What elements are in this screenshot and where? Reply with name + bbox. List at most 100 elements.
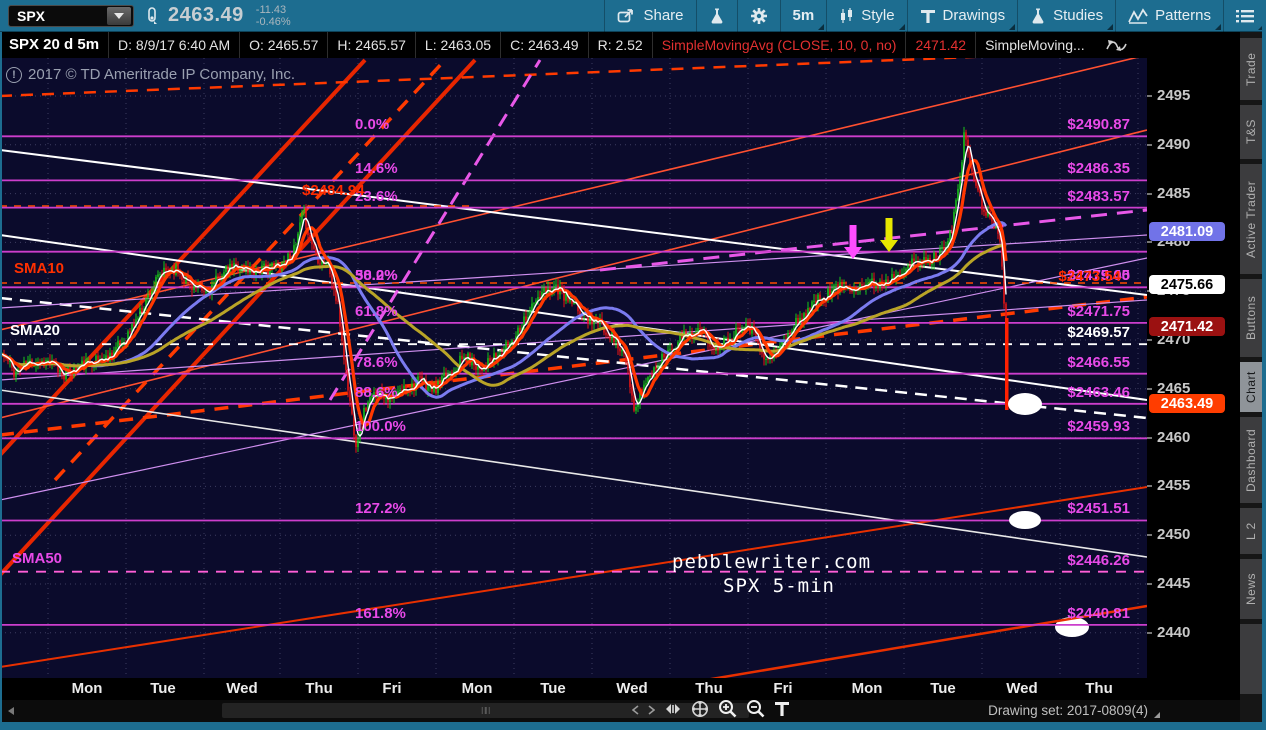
axis-tick-mark — [1147, 485, 1152, 487]
drawing-set-expand-icon[interactable] — [1154, 712, 1160, 718]
settings-button[interactable] — [736, 0, 780, 32]
open-value: O: 2465.57 — [240, 32, 329, 58]
fib-percent-label[interactable]: 161.8% — [355, 605, 406, 622]
zoom-out-icon[interactable] — [746, 699, 765, 723]
sidebar-tab-trade[interactable]: Trade — [1240, 38, 1262, 100]
share-button[interactable]: Share — [604, 0, 695, 32]
candlestick-plot[interactable] — [0, 58, 1147, 678]
list-menu-icon — [1236, 9, 1254, 23]
info-circle-icon: ! — [6, 66, 22, 83]
sma20-label[interactable]: SMA20 — [10, 322, 60, 339]
time-axis-label: Thu — [1085, 680, 1113, 697]
zoom-in-icon[interactable] — [718, 699, 737, 723]
series-title: SPX 20 d 5m — [0, 32, 110, 58]
chart-plot-area[interactable]: ! 2017 © TD Ameritrade IP Company, Inc. 0… — [0, 58, 1147, 678]
target-ellipse[interactable] — [1009, 511, 1041, 529]
trendline[interactable] — [0, 257, 1147, 501]
fib-percent-label[interactable]: 88.6% — [355, 384, 398, 401]
sma10-label[interactable]: SMA10 — [14, 260, 64, 277]
signal-down-arrow[interactable] — [880, 218, 898, 252]
sidebar-tab-l-2[interactable]: L 2 — [1240, 508, 1262, 554]
study1-value: 2471.42 — [906, 32, 977, 58]
trendline[interactable] — [0, 389, 1147, 558]
price-axis-tick: 2495 — [1157, 87, 1191, 104]
axis-tick-mark — [1147, 241, 1152, 243]
timeframe-button[interactable]: 5m — [779, 0, 827, 32]
trendline-price-tag[interactable]: $2484.94 — [302, 182, 365, 199]
fib-price-label[interactable]: $2490.87 — [1067, 116, 1130, 133]
time-axis-label: Tue — [540, 680, 566, 697]
sma50-level-label[interactable]: $2446.26 — [1067, 552, 1130, 569]
sidebar-tab-buttons[interactable]: Buttons — [1240, 279, 1262, 357]
sidebar-tab-t-s[interactable]: T&S — [1240, 105, 1262, 159]
scrollbar-grip-icon — [481, 707, 490, 714]
fib-percent-label[interactable]: 0.0% — [355, 116, 389, 133]
axis-tick-mark — [1147, 437, 1152, 439]
trendline[interactable] — [300, 604, 1147, 678]
patterns-button[interactable]: Patterns — [1115, 0, 1223, 32]
flask-button[interactable] — [695, 0, 737, 32]
step-forward-icon[interactable] — [648, 702, 656, 720]
sma20-level-label[interactable]: $2469.57 — [1067, 324, 1130, 341]
trendline[interactable] — [0, 296, 1147, 420]
trendline[interactable] — [0, 58, 367, 457]
share-icon — [617, 7, 636, 24]
text-t-icon — [920, 8, 936, 24]
fib-percent-label[interactable]: 100.0% — [355, 418, 406, 435]
sidebar-tab-chart[interactable]: Chart — [1240, 362, 1262, 412]
fib-percent-label[interactable]: 78.6% — [355, 354, 398, 371]
thinkorswim-window: SPX 2463.49 -11.43 -0.46% Share 5m Style — [0, 0, 1266, 730]
time-axis-label: Fri — [382, 680, 402, 697]
sidebar-tab-active-trader[interactable]: Active Trader — [1240, 164, 1262, 274]
trendline[interactable] — [0, 58, 477, 577]
fib-percent-label[interactable]: 61.8% — [355, 303, 398, 320]
trendline-price-tag[interactable]: $2473.54 — [1058, 268, 1121, 285]
studies-button[interactable]: Studies — [1017, 0, 1115, 32]
study2-name[interactable]: SimpleMoving... — [976, 32, 1094, 58]
fib-percent-label[interactable]: 50.0% — [355, 267, 398, 284]
flask-icon — [1030, 7, 1046, 25]
sidebar-tab-news[interactable]: News — [1240, 559, 1262, 619]
price-plunge-spike — [1005, 318, 1009, 410]
study1-name[interactable]: SimpleMovingAvg (CLOSE, 10, 0, no) — [653, 32, 907, 58]
trendline[interactable] — [0, 58, 1147, 331]
price-axis[interactable]: 2495249024852480247524702465246024552450… — [1147, 58, 1240, 678]
trendline[interactable] — [0, 486, 1147, 668]
collapse-studies-icon[interactable] — [1104, 36, 1128, 54]
chart-menu-button[interactable] — [1223, 0, 1266, 32]
timeframe-label: 5m — [792, 7, 815, 24]
symbol-combo[interactable]: SPX — [8, 4, 134, 27]
price-badge: 2463.49 — [1149, 394, 1225, 413]
drawings-button[interactable]: Drawings — [906, 0, 1018, 32]
gear-icon — [750, 7, 768, 25]
fib-price-label[interactable]: $2471.75 — [1067, 303, 1130, 320]
low-value: L: 2463.05 — [416, 32, 502, 58]
fib-price-label[interactable]: $2440.81 — [1067, 605, 1130, 622]
fib-price-label[interactable]: $2459.93 — [1067, 418, 1130, 435]
fib-percent-label[interactable]: 127.2% — [355, 500, 406, 517]
ohlc-data-row: SPX 20 d 5m D: 8/9/17 6:40 AM O: 2465.57… — [0, 32, 1240, 58]
time-axis[interactable]: Mon Tue Wed Thu Fri Mon Tue Wed Thu Fri Mon Tue Wed T… — [0, 678, 1240, 700]
window-edge-left — [0, 32, 2, 730]
pan-icon[interactable] — [691, 700, 709, 723]
fib-price-label[interactable]: $2463.46 — [1067, 384, 1130, 401]
sidebar-tab-dashboard[interactable]: Dashboard — [1240, 417, 1262, 503]
symbol-dropdown-button[interactable] — [107, 6, 131, 25]
target-ellipse[interactable] — [1008, 393, 1042, 415]
fib-price-label[interactable]: $2451.51 — [1067, 500, 1130, 517]
link-charts-icon[interactable] — [146, 6, 158, 26]
time-axis-label: Thu — [305, 680, 333, 697]
style-button[interactable]: Style — [826, 0, 906, 32]
drawing-set-label[interactable]: Drawing set: 2017-0809(4) — [988, 703, 1148, 718]
fit-width-icon[interactable] — [664, 702, 682, 721]
step-back-icon[interactable] — [631, 702, 639, 720]
fib-price-label[interactable]: $2486.35 — [1067, 160, 1130, 177]
fib-percent-label[interactable]: 14.6% — [355, 160, 398, 177]
top-toolbar: SPX 2463.49 -11.43 -0.46% Share 5m Style — [0, 0, 1266, 32]
fib-price-label[interactable]: $2483.57 — [1067, 188, 1130, 205]
scroll-left-arrow-icon[interactable] — [8, 707, 14, 715]
fib-price-label[interactable]: $2466.55 — [1067, 354, 1130, 371]
sma50-label[interactable]: SMA50 — [12, 550, 62, 567]
text-tool-icon[interactable] — [774, 701, 790, 722]
flask-icon — [709, 7, 725, 25]
